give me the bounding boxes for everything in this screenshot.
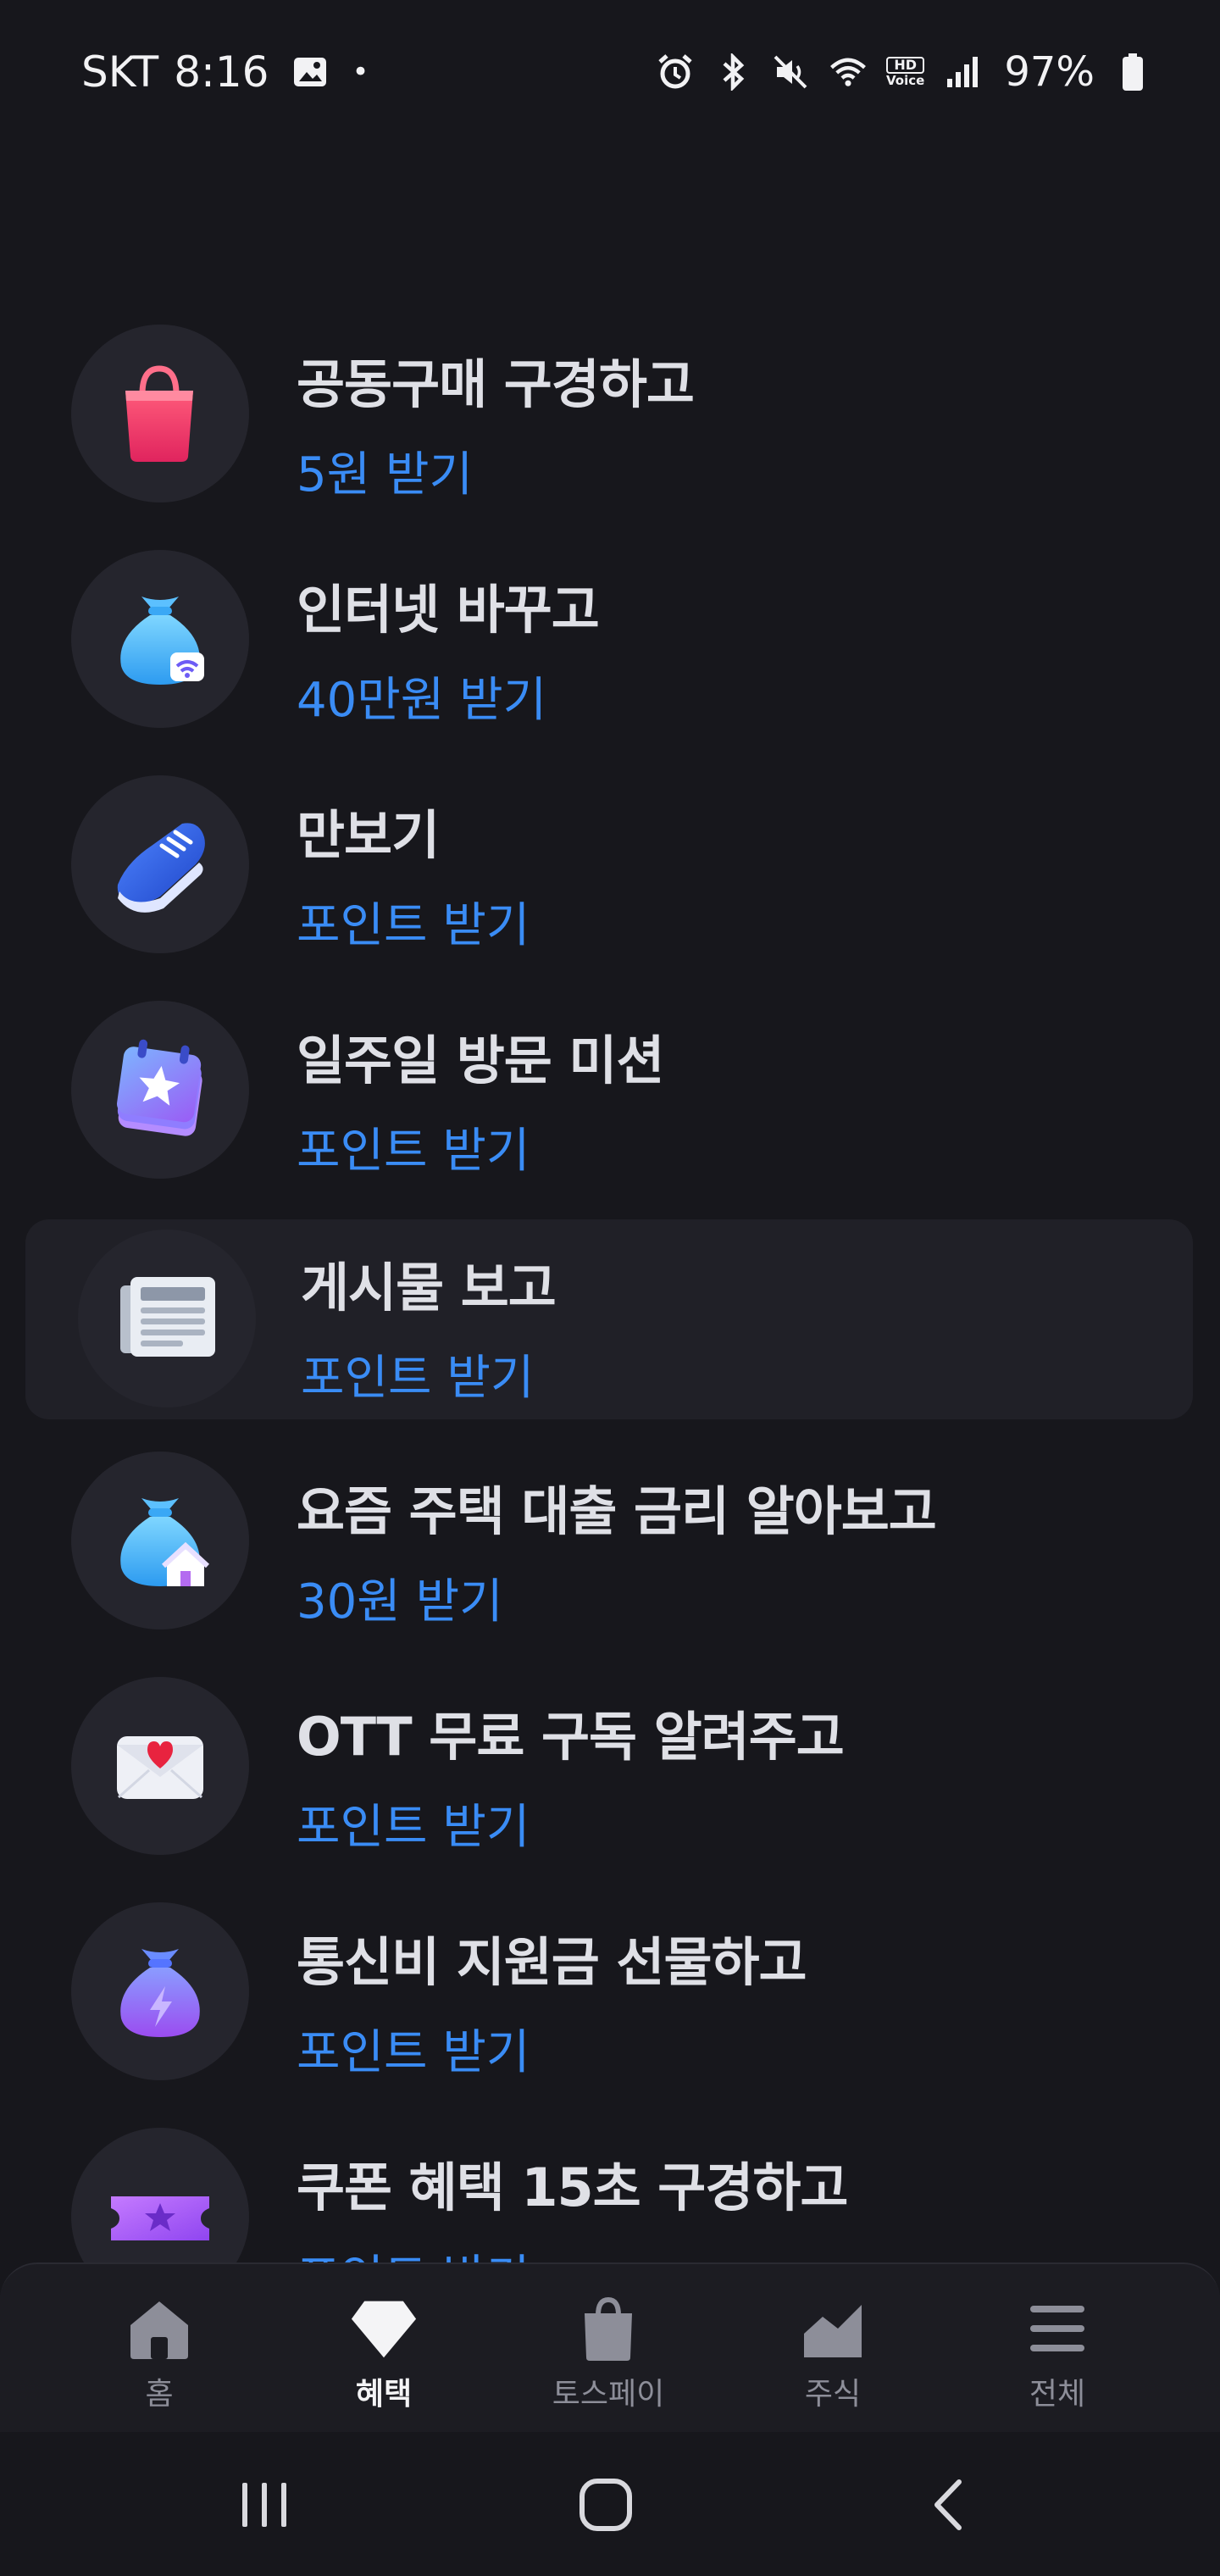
tab-label: 홈 [145,2377,174,2412]
item-title: 통신비 지원금 선물하고 [297,1931,807,1993]
item-icon-container [71,325,249,502]
item-text: 게시물 보고 포인트 받기 [301,1245,557,1408]
calendar-star-icon [101,1029,219,1151]
tab-tosspay[interactable]: 토스페이 [524,2295,693,2413]
item-reward: 포인트 받기 [297,2025,530,2080]
item-text: 공동구매 구경하고 5원 받기 [297,341,695,505]
benefit-list: 공동구매 구경하고 5원 받기 인터넷 바꾸고 40만원 받기 만보기 포인트 … [0,318,1220,2346]
status-right: HD Voice 97% [656,42,1152,102]
item-reward: 포인트 받기 [297,1124,530,1179]
signal-icon [943,53,982,92]
sneaker-icon [101,803,219,925]
item-icon-container [71,1677,249,1855]
coupon-ticket-icon [101,2156,219,2278]
mute-icon [771,53,810,92]
gallery-icon [291,53,330,92]
item-title: OTT 무료 구독 알려주고 [297,1706,845,1768]
shopping-bag-icon [105,357,215,470]
list-item[interactable]: 일주일 방문 미션 포인트 받기 [0,994,1220,1219]
alarm-icon [656,53,695,92]
status-left: SKT 8:16 • [81,42,369,102]
bluetooth-icon [713,53,752,92]
item-text: OTT 무료 구독 알려주고 포인트 받기 [297,1694,845,1857]
tab-all[interactable]: 전체 [973,2295,1142,2413]
item-title: 인터넷 바꾸고 [297,579,600,641]
tab-label: 전체 [1029,2377,1086,2412]
item-title: 게시물 보고 [301,1257,557,1319]
status-bar: SKT 8:16 • HD Voice 97% [0,0,1220,144]
tab-label: 주식 [804,2377,862,2412]
tab-benefits[interactable]: 혜택 [299,2295,469,2413]
list-item[interactable]: 게시물 보고 포인트 받기 [0,1219,1220,1445]
list-item[interactable]: 인터넷 바꾸고 40만원 받기 [0,543,1220,769]
item-icon-container [71,1902,249,2080]
item-reward: 포인트 받기 [297,1800,530,1855]
item-text: 일주일 방문 미션 포인트 받기 [297,1018,664,1181]
chart-icon [799,2295,867,2362]
item-icon-container [71,550,249,728]
item-text: 만보기 포인트 받기 [297,792,530,956]
back-icon [929,2477,966,2536]
menu-icon [1023,2295,1091,2362]
home-nav-icon [578,2477,634,2536]
item-text: 요즘 주택 대출 금리 알아보고 30원 받기 [297,1468,937,1632]
item-title: 일주일 방문 미션 [297,1030,664,1091]
item-title: 만보기 [297,804,440,866]
diamond-icon [350,2295,418,2362]
notification-dot: • [352,55,369,89]
shopping-bag-icon [574,2295,642,2362]
tab-label: 토스페이 [552,2377,665,2412]
item-reward: 포인트 받기 [297,898,530,953]
recent-apps-icon [237,2479,291,2534]
clock: 8:16 [174,47,269,97]
tab-label: 혜택 [355,2377,413,2412]
recent-apps-button[interactable] [222,2473,307,2540]
battery-percent: 97% [1004,48,1095,96]
newspaper-icon [112,1262,222,1375]
envelope-heart-icon [105,1709,215,1823]
system-navigation-bar [0,2432,1220,2576]
list-item[interactable]: 통신비 지원금 선물하고 포인트 받기 [0,1896,1220,2121]
home-icon [125,2295,193,2362]
item-title: 쿠폰 혜택 15초 구경하고 [297,2157,848,2218]
tab-stocks[interactable]: 주식 [748,2295,918,2413]
item-reward: 40만원 받기 [297,673,547,728]
list-item[interactable]: OTT 무료 구독 알려주고 포인트 받기 [0,1670,1220,1896]
carrier-label: SKT [81,47,159,97]
item-title: 요즘 주택 대출 금리 알아보고 [297,1480,937,1542]
battery-icon [1113,53,1152,92]
item-icon-container [71,775,249,953]
money-bag-lightning-icon [101,1930,219,2052]
tab-home[interactable]: 홈 [75,2295,244,2413]
item-title: 공동구매 구경하고 [297,353,695,415]
list-item[interactable]: 요즘 주택 대출 금리 알아보고 30원 받기 [0,1445,1220,1670]
item-icon-container [71,1001,249,1179]
item-text: 인터넷 바꾸고 40만원 받기 [297,567,600,730]
list-item[interactable]: 만보기 포인트 받기 [0,769,1220,994]
item-text: 통신비 지원금 선물하고 포인트 받기 [297,1919,807,2083]
home-button[interactable] [563,2473,648,2540]
item-reward: 포인트 받기 [301,1351,535,1406]
item-icon-container [78,1230,256,1407]
item-reward: 5원 받기 [297,447,473,502]
wifi-icon [829,53,868,92]
list-item[interactable]: 공동구매 구경하고 5원 받기 [0,318,1220,543]
money-bag-house-icon [101,1480,219,1602]
item-icon-container [71,1452,249,1629]
bottom-tab-bar: 홈 혜택 토스페이 주식 전체 [0,2262,1220,2434]
back-button[interactable] [905,2473,990,2540]
item-reward: 30원 받기 [297,1574,503,1629]
hd-voice-indicator: HD Voice [886,57,925,88]
money-bag-wifi-icon [101,578,219,700]
